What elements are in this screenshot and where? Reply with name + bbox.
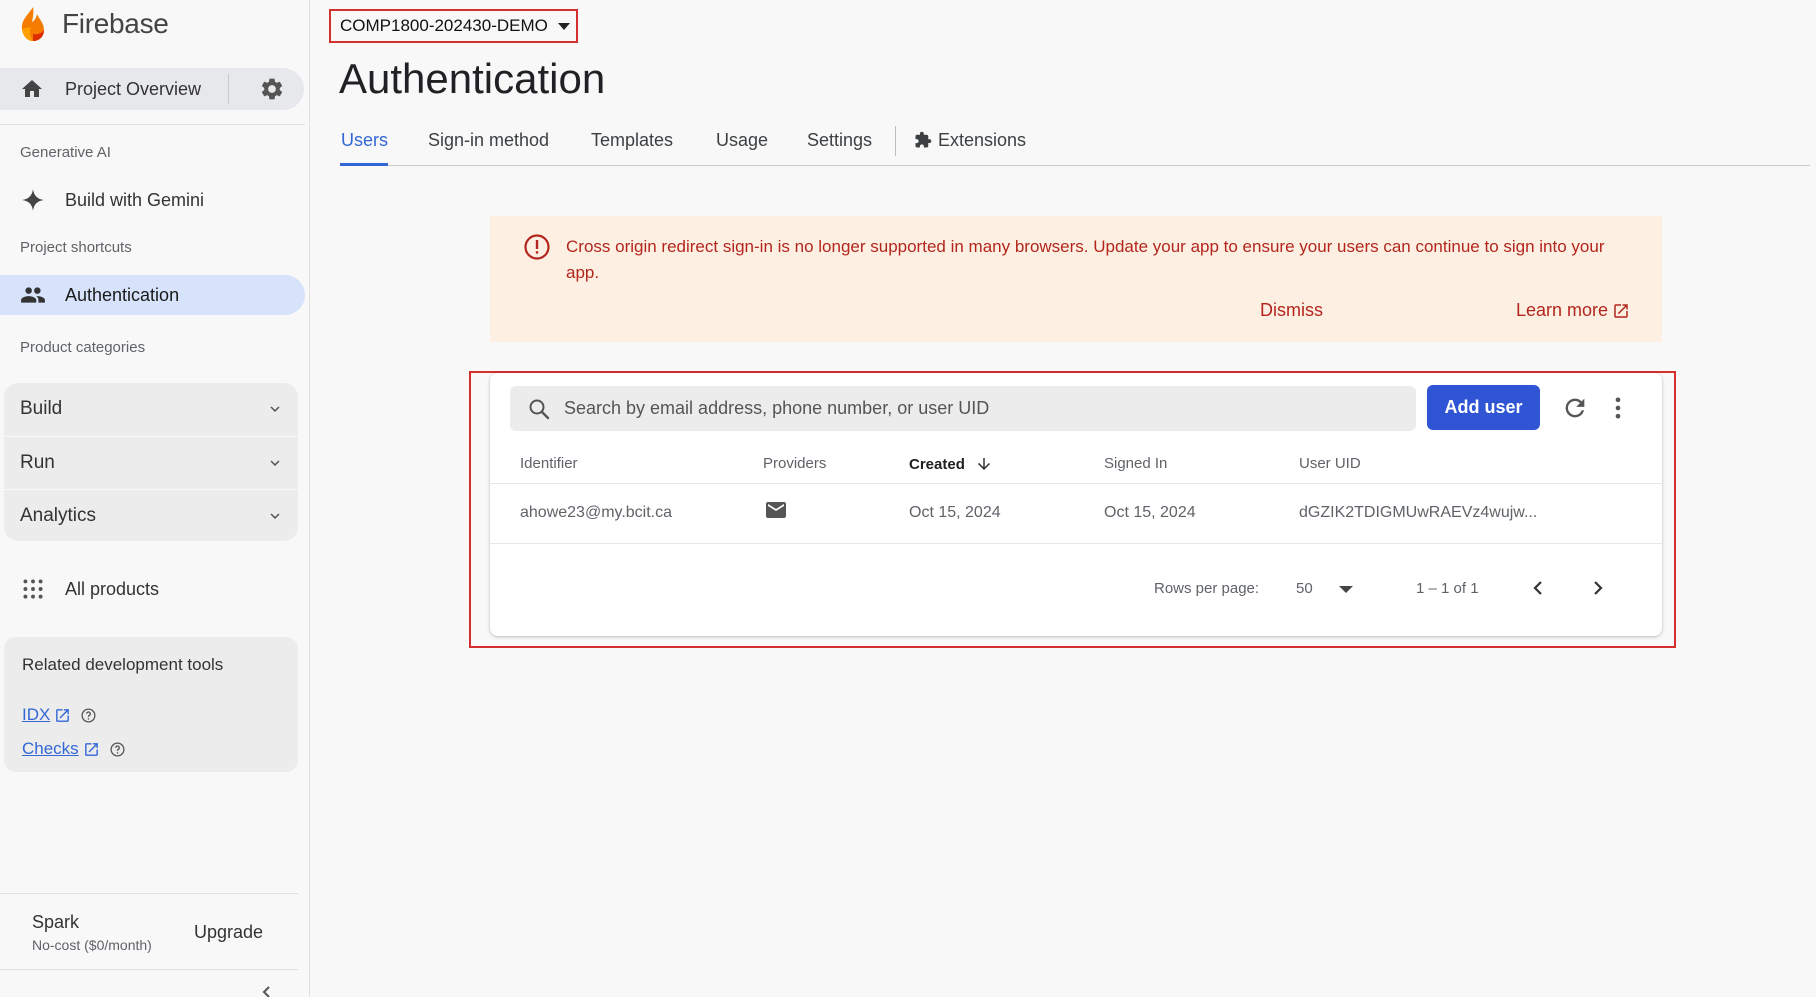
rows-per-page-value[interactable]: 50 [1296, 580, 1313, 597]
tool-idx: IDX [22, 705, 97, 725]
tab-sign-in-method[interactable]: Sign-in method [428, 130, 549, 151]
sidebar-item-all-products[interactable]: All products [0, 569, 305, 609]
search-input[interactable] [564, 386, 1404, 431]
open-in-new-icon [1614, 303, 1628, 318]
tab-extensions[interactable]: Extensions [914, 130, 1026, 151]
warning-banner: Cross origin redirect sign-in is no long… [490, 216, 1662, 342]
project-selector[interactable]: COMP1800-202430-DEMO [329, 9, 578, 43]
project-overview-item[interactable]: Project Overview [0, 68, 304, 110]
email-icon [766, 502, 786, 518]
page-title: Authentication [339, 55, 606, 102]
add-user-button[interactable]: Add user [1427, 385, 1540, 430]
sidebar-divider [0, 124, 305, 125]
rows-per-page-caret-icon[interactable] [1339, 586, 1353, 593]
chevron-down-icon [270, 512, 280, 519]
tab-users[interactable]: Users [341, 130, 388, 151]
category-analytics[interactable]: Analytics [4, 489, 298, 541]
refresh-icon[interactable] [1561, 394, 1589, 422]
category-run[interactable]: Run [4, 436, 298, 488]
error-circle-icon [524, 234, 550, 260]
tab-settings[interactable]: Settings [807, 130, 872, 151]
firebase-logo[interactable]: Firebase [18, 6, 169, 42]
people-icon [21, 287, 45, 303]
column-header-identifier[interactable]: Identifier [520, 455, 578, 472]
pagination-range: 1 – 1 of 1 [1416, 580, 1479, 597]
upgrade-button[interactable]: Upgrade [194, 922, 263, 943]
search-icon [529, 399, 550, 420]
chevron-down-icon [270, 459, 280, 466]
category-build[interactable]: Build [4, 383, 298, 435]
puzzle-icon [915, 131, 932, 148]
table-row-divider [490, 543, 1662, 544]
column-header-signed-in[interactable]: Signed In [1104, 455, 1167, 472]
plan-cost: No-cost ($0/month) [32, 937, 152, 953]
column-header-providers[interactable]: Providers [763, 455, 826, 472]
home-icon [22, 80, 42, 97]
dismiss-button[interactable]: Dismiss [1260, 300, 1323, 321]
section-label-project-shortcuts: Project shortcuts [20, 239, 132, 256]
tab-divider [895, 126, 896, 156]
firebase-flame-icon [21, 7, 44, 41]
category-label: Analytics [20, 504, 97, 526]
idx-link[interactable]: IDX [22, 705, 50, 725]
brand-name: Firebase [62, 8, 169, 39]
product-categories-group: Build Run Analytics [4, 383, 298, 541]
column-header-created-label: Created [909, 455, 965, 473]
tab-extensions-label: Extensions [938, 130, 1027, 150]
cell-signed-in[interactable]: Oct 15, 2024 [1104, 504, 1196, 522]
help-icon[interactable] [109, 741, 126, 758]
sparkle-icon [22, 189, 44, 211]
apps-grid-icon [23, 579, 43, 599]
category-label: Build [20, 398, 63, 419]
search-box [510, 386, 1416, 431]
learn-more-button[interactable]: Learn more [1516, 300, 1630, 321]
authentication-label: Authentication [65, 284, 180, 305]
section-label-generative-ai: Generative AI [20, 144, 111, 161]
gear-icon[interactable] [259, 76, 285, 102]
sidebar: Firebase Project Overview Generative AI … [0, 0, 310, 997]
active-tab-indicator [340, 163, 388, 166]
collapse-sidebar-icon[interactable] [258, 984, 274, 997]
sidebar-item-authentication[interactable]: Authentication [0, 275, 305, 315]
related-tools-panel: Related development tools IDX Checks [4, 637, 298, 772]
more-vert-icon[interactable] [1604, 394, 1632, 422]
build-with-gemini-label: Build with Gemini [65, 189, 205, 210]
chevron-down-icon [270, 406, 280, 412]
rows-per-page-label: Rows per page: [1154, 580, 1260, 597]
banner-message: Cross origin redirect sign-in is no long… [566, 237, 1605, 282]
column-header-user-uid[interactable]: User UID [1299, 455, 1361, 472]
tab-usage[interactable]: Usage [716, 130, 768, 151]
related-tools-title: Related development tools [22, 655, 224, 674]
column-header-created[interactable]: Created [909, 455, 993, 473]
table-header-divider [490, 483, 1662, 484]
chevron-right-icon[interactable] [1586, 576, 1610, 600]
cell-user-uid[interactable]: dGZIK2TDIGMUwRAEVz4wujw... [1299, 504, 1537, 522]
open-in-new-icon [56, 708, 70, 722]
section-label-product-categories: Product categories [20, 339, 146, 356]
open-in-new-icon [84, 742, 98, 756]
cell-identifier[interactable]: ahowe23@my.bcit.ca [520, 504, 672, 522]
dismiss-label: Dismiss [1260, 300, 1323, 320]
tab-templates[interactable]: Templates [591, 130, 673, 151]
cell-created[interactable]: Oct 15, 2024 [909, 504, 1001, 522]
dropdown-caret-icon [557, 22, 570, 30]
users-card: Add user Identifier Providers Created Si… [490, 373, 1662, 636]
learn-more-label: Learn more [1516, 300, 1609, 320]
project-overview-label: Project Overview [65, 78, 202, 99]
arrow-down-icon [977, 458, 990, 470]
tool-checks: Checks [22, 739, 126, 759]
tab-bar: Users Sign-in method Templates Usage Set… [340, 118, 1810, 166]
category-label: Run [20, 451, 55, 473]
all-products-label: All products [65, 578, 160, 599]
help-icon[interactable] [80, 707, 97, 724]
project-name: COMP1800-202430-DEMO [340, 16, 548, 35]
plan-panel: Spark No-cost ($0/month) Upgrade [0, 893, 298, 970]
sidebar-item-build-with-gemini[interactable]: Build with Gemini [0, 180, 305, 220]
overview-divider [228, 74, 229, 104]
plan-name: Spark [32, 912, 80, 932]
checks-link[interactable]: Checks [22, 739, 79, 759]
chevron-left-icon[interactable] [1526, 576, 1550, 600]
